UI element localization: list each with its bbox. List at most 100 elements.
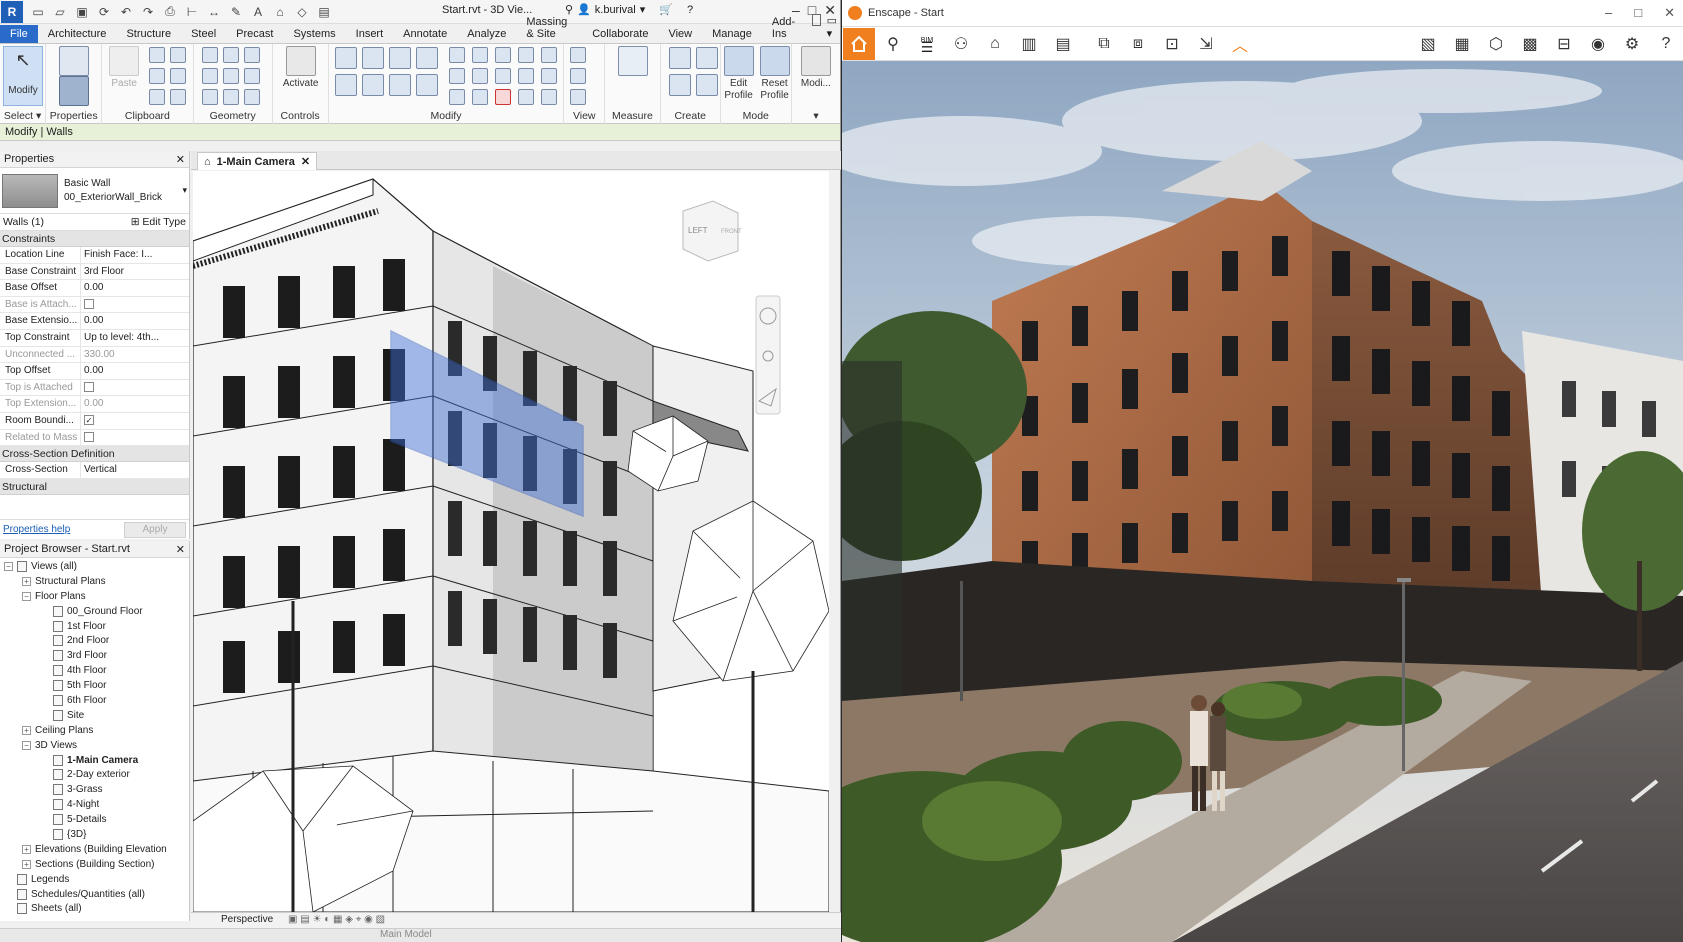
align-icon[interactable] bbox=[334, 47, 357, 69]
tab-steel[interactable]: Steel bbox=[181, 25, 226, 43]
bim-button[interactable]: BIM ☰ bbox=[911, 28, 943, 60]
split-gap-icon[interactable] bbox=[471, 47, 488, 63]
group-cross-section[interactable]: Cross-Section Definition bbox=[0, 446, 189, 463]
tree-item[interactable]: 6th Floor bbox=[0, 693, 189, 708]
ribbon-display-icon[interactable]: ▭ ▾ bbox=[827, 14, 840, 40]
property-value[interactable]: 3rd Floor bbox=[80, 263, 171, 280]
property-value[interactable]: Finish Face: I... bbox=[80, 247, 171, 263]
tab-annotate[interactable]: Annotate bbox=[393, 25, 457, 43]
help-icon[interactable]: ? bbox=[687, 4, 693, 16]
property-row[interactable]: Top Constraint Up to level: 4th... bbox=[0, 329, 189, 347]
open-icon[interactable]: ▭ bbox=[29, 3, 47, 21]
tree-item[interactable]: 5th Floor bbox=[0, 678, 189, 693]
tree-item[interactable]: + Sections (Building Section) bbox=[0, 857, 189, 872]
property-checkbox[interactable]: ✓ bbox=[80, 412, 171, 429]
collapse-icon[interactable]: − bbox=[22, 740, 31, 750]
view-controls-icons[interactable]: ▣ ▤ ☀ ◐ ▦ ◈ ⌖ ◉ ▧ bbox=[288, 914, 385, 925]
tree-item[interactable]: −3D Views bbox=[0, 738, 189, 753]
linework-icon[interactable] bbox=[570, 89, 587, 105]
trim-icon[interactable] bbox=[415, 74, 438, 96]
expand-icon[interactable]: + bbox=[22, 576, 31, 586]
offset-icon[interactable] bbox=[361, 47, 384, 69]
batch-render-button[interactable]: ⧈ bbox=[1122, 28, 1154, 60]
tag-icon[interactable]: ✎ bbox=[227, 3, 245, 21]
modi-tool[interactable]: Modi... bbox=[796, 46, 836, 89]
modify-tool[interactable]: ↖ Modify bbox=[3, 46, 43, 106]
array-icon[interactable] bbox=[448, 68, 465, 84]
edit-profile-tool[interactable]: Edit Profile bbox=[721, 46, 757, 102]
minimize-button[interactable]: – bbox=[1605, 5, 1612, 21]
screenshot-button[interactable]: ⧉ bbox=[1088, 28, 1120, 60]
cube-button[interactable]: ⬡ bbox=[1480, 28, 1512, 60]
join-geometry-icon[interactable] bbox=[222, 47, 239, 63]
sync-icon[interactable]: ⟳ bbox=[95, 3, 113, 21]
tree-item[interactable]: − Views (all) bbox=[0, 559, 189, 574]
tree-item[interactable]: 4th Floor bbox=[0, 663, 189, 678]
create-similar-icon[interactable] bbox=[695, 74, 718, 96]
tab-structure[interactable]: Structure bbox=[116, 25, 181, 43]
print-icon[interactable]: ⎙ bbox=[161, 3, 179, 21]
tab-analyze[interactable]: Analyze bbox=[457, 25, 516, 43]
activate-tool[interactable]: Activate bbox=[281, 46, 321, 89]
property-row[interactable]: Cross-Section Vertical bbox=[0, 462, 189, 479]
mirror-draw-icon[interactable] bbox=[415, 47, 438, 69]
measure-tool[interactable] bbox=[613, 46, 653, 78]
revit-logo[interactable]: R bbox=[1, 0, 23, 23]
save-icon[interactable]: ▣ bbox=[73, 3, 91, 21]
property-row[interactable]: Top Offset 0.00 bbox=[0, 363, 189, 380]
paint-icon[interactable] bbox=[170, 89, 187, 105]
tree-item[interactable]: 4-Night bbox=[0, 797, 189, 812]
close-icon[interactable]: ✕ bbox=[176, 543, 185, 556]
chevron-down-icon[interactable]: ▾ bbox=[182, 185, 187, 196]
uncut-icon[interactable] bbox=[201, 89, 218, 105]
unjoin-icon[interactable] bbox=[222, 89, 239, 105]
map-button[interactable]: ▧ bbox=[1412, 28, 1444, 60]
tab-massing-site[interactable]: Massing & Site bbox=[516, 13, 582, 43]
tree-item[interactable]: 1-Main Camera bbox=[0, 753, 189, 768]
3d-view-canvas[interactable]: LEFT FRONT bbox=[193, 171, 829, 912]
property-row[interactable]: Base Constraint 3rd Floor bbox=[0, 263, 189, 281]
unpin-icon[interactable] bbox=[517, 47, 534, 63]
cut-icon[interactable] bbox=[149, 47, 166, 63]
property-row[interactable]: Base Extensio... 0.00 bbox=[0, 313, 189, 330]
paint-modify-icon[interactable] bbox=[517, 68, 534, 84]
3d-view-icon[interactable]: ⌂ bbox=[271, 3, 289, 21]
measure-icon[interactable]: ⊢ bbox=[183, 3, 201, 21]
tab-precast[interactable]: Precast bbox=[226, 25, 283, 43]
cart-icon[interactable]: 🛒 bbox=[659, 3, 673, 16]
expand-icon[interactable]: + bbox=[22, 859, 31, 869]
type-properties-tool[interactable] bbox=[54, 46, 94, 78]
tab-architecture[interactable]: Architecture bbox=[38, 25, 117, 43]
property-row[interactable]: Base Offset 0.00 bbox=[0, 280, 189, 297]
reset-profile-tool[interactable]: Reset Profile bbox=[757, 46, 793, 102]
tab-insert[interactable]: Insert bbox=[346, 25, 394, 43]
scale-icon[interactable] bbox=[540, 47, 557, 63]
settings-button[interactable]: ⚙ bbox=[1616, 28, 1648, 60]
tree-item[interactable]: 3-Grass bbox=[0, 782, 189, 797]
issues-button[interactable]: ⊟ bbox=[1548, 28, 1580, 60]
rotate-icon[interactable] bbox=[388, 74, 411, 96]
property-row[interactable]: Room Boundi... ✓ bbox=[0, 412, 189, 430]
trim-multi-icon[interactable] bbox=[471, 68, 488, 84]
mass-icon[interactable] bbox=[540, 68, 557, 84]
select-dropdown[interactable]: Select ▾ bbox=[0, 110, 45, 122]
tree-item[interactable]: {3D} bbox=[0, 827, 189, 842]
tab-add-ins[interactable]: Add-Ins bbox=[762, 13, 806, 43]
join-icon[interactable] bbox=[170, 47, 187, 63]
ribbon-tab-toggle-icon[interactable] bbox=[811, 14, 821, 26]
close-button[interactable]: ✕ bbox=[1664, 5, 1675, 21]
viewcube-front-label[interactable]: FRONT bbox=[721, 229, 742, 235]
split-icon[interactable] bbox=[448, 47, 465, 63]
views-button[interactable]: ▦ bbox=[1446, 28, 1478, 60]
tab-view[interactable]: View bbox=[658, 25, 702, 43]
override-view-icon[interactable] bbox=[570, 68, 587, 84]
tree-item[interactable]: 1st Floor bbox=[0, 619, 189, 634]
properties-tool[interactable] bbox=[54, 76, 94, 108]
tree-item[interactable]: − Floor Plans bbox=[0, 589, 189, 604]
materials-button[interactable]: ▩ bbox=[1514, 28, 1546, 60]
collapse-icon[interactable]: − bbox=[4, 561, 13, 571]
collapse-icon[interactable]: − bbox=[22, 591, 31, 601]
redo-icon[interactable]: ↷ bbox=[139, 3, 157, 21]
create-assembly-icon[interactable] bbox=[668, 47, 691, 69]
group-structural[interactable]: Structural bbox=[0, 478, 189, 495]
